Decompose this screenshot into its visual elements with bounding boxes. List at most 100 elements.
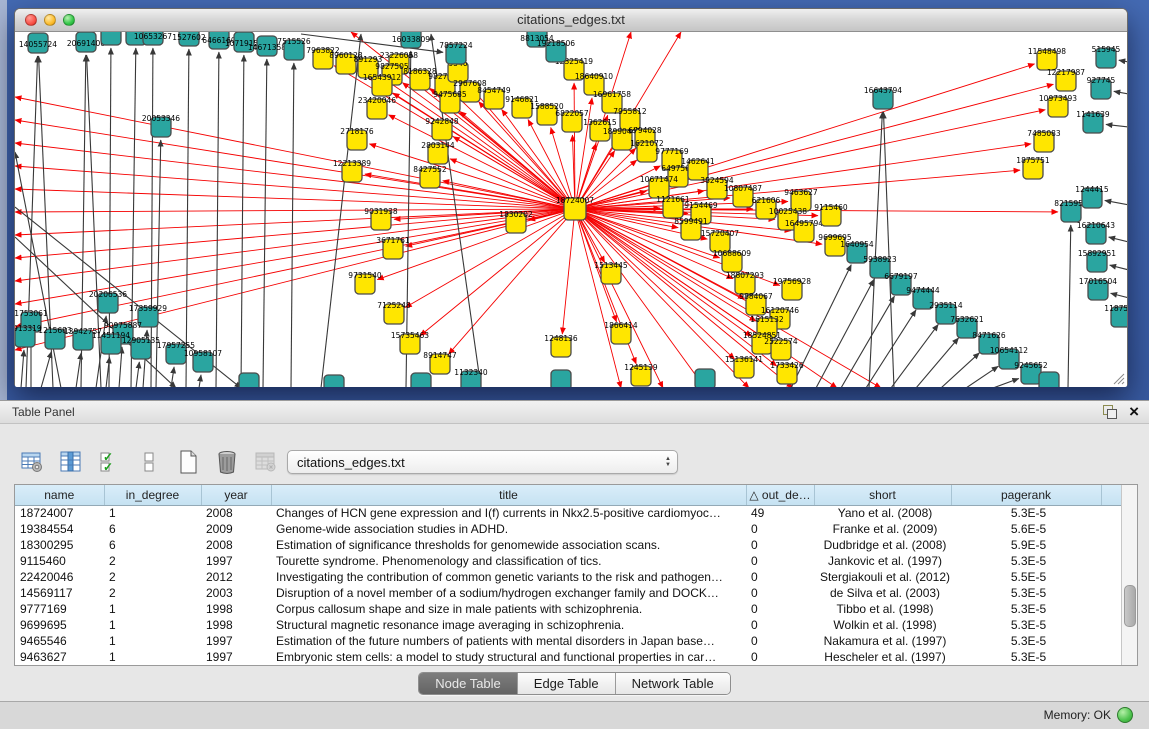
table-cell[interactable]: 5.3E-5 — [951, 649, 1101, 665]
graph-edge[interactable] — [291, 63, 294, 387]
graph-edge[interactable] — [583, 148, 636, 201]
graph-edge[interactable] — [581, 218, 705, 387]
column-header-short[interactable]: short — [814, 485, 951, 505]
graph-edge[interactable] — [136, 362, 139, 387]
table-cell[interactable]: 5.3E-5 — [951, 553, 1101, 569]
table-cell[interactable]: Structural magnetic resonance image aver… — [271, 617, 746, 633]
graph-edge[interactable] — [15, 210, 564, 235]
graph-edge[interactable] — [420, 216, 566, 336]
table-cell[interactable]: 1997 — [201, 649, 271, 665]
table-cell[interactable]: Tibbo et al. (1998) — [814, 601, 951, 617]
table-cell[interactable]: 5.3E-5 — [951, 585, 1101, 601]
table-cell[interactable]: 2 — [104, 553, 201, 569]
table-cell[interactable]: 0 — [746, 521, 814, 537]
graph-node[interactable]: 15136141 — [725, 355, 763, 378]
graph-edge[interactable] — [15, 97, 564, 207]
graph-edge[interactable] — [15, 210, 564, 281]
table-cell[interactable]: 1998 — [201, 617, 271, 633]
table-cell[interactable]: 0 — [746, 537, 814, 553]
graph-node[interactable]: 2718176 — [340, 127, 374, 150]
graph-edge[interactable] — [15, 189, 564, 209]
column-visibility-icon[interactable] — [57, 448, 85, 476]
graph-node[interactable]: 1245139 — [624, 363, 658, 386]
table-cell[interactable]: 2008 — [201, 537, 271, 553]
table-cell[interactable]: 9115460 — [15, 553, 104, 569]
table-cell[interactable]: 18300295 — [15, 537, 104, 553]
column-header-name[interactable]: name — [15, 485, 104, 505]
graph-node[interactable]: 16033809 — [392, 32, 430, 48]
table-row[interactable]: 1830029562008Estimation of significance … — [15, 537, 1122, 553]
table-cell[interactable]: Nakamura et al. (1997) — [814, 633, 951, 649]
table-cell[interactable]: 18724007 — [15, 505, 104, 521]
table-cell[interactable]: 5.3E-5 — [951, 633, 1101, 649]
graph-node[interactable]: 20053346 — [142, 114, 180, 137]
table-cell[interactable]: 1 — [104, 601, 201, 617]
graph-node[interactable]: 7857224 — [439, 41, 473, 64]
graph-node[interactable] — [239, 373, 259, 387]
table-cell[interactable]: 2003 — [201, 585, 271, 601]
table-cell[interactable]: Yano et al. (2008) — [814, 505, 951, 521]
graph-node[interactable]: 1875751 — [1016, 156, 1050, 179]
graph-node[interactable]: 927745 — [1087, 76, 1116, 99]
table-mode-icon[interactable] — [18, 448, 46, 476]
deselect-all-icon[interactable] — [135, 448, 163, 476]
table-cell[interactable]: Estimation of the future numbers of pati… — [271, 633, 746, 649]
table-scrollbar-thumb[interactable] — [1124, 585, 1136, 627]
table-cell[interactable]: 5.5E-5 — [951, 569, 1101, 585]
graph-node[interactable]: 515945 — [1092, 45, 1121, 68]
column-header-out-degree[interactable]: △ out_de… — [746, 485, 814, 505]
column-header-title[interactable]: title — [271, 485, 746, 505]
graph-node[interactable]: 2803144 — [421, 141, 455, 164]
table-cell[interactable]: 0 — [746, 649, 814, 665]
table-cell[interactable]: Embryonic stem cells: a model to study s… — [271, 649, 746, 665]
graph-node[interactable]: 1527602 — [172, 32, 206, 46]
table-cell[interactable]: Wolkin et al. (1998) — [814, 617, 951, 633]
table-cell[interactable]: 1 — [104, 633, 201, 649]
table-cell[interactable]: 2 — [104, 569, 201, 585]
table-cell[interactable]: 2 — [104, 585, 201, 601]
new-column-icon[interactable] — [174, 448, 202, 476]
table-cell[interactable]: 5.3E-5 — [951, 617, 1101, 633]
table-cell[interactable]: de Silva et al. (2003) — [814, 585, 951, 601]
table-cell[interactable]: 6 — [104, 537, 201, 553]
table-cell[interactable]: 1 — [104, 649, 201, 665]
network-canvas[interactable]: 1872400779638228960128891293232260589827… — [15, 32, 1127, 387]
graph-edge[interactable] — [816, 279, 874, 387]
table-cell[interactable]: 0 — [746, 633, 814, 649]
graph-node[interactable]: 9731540 — [348, 271, 382, 294]
graph-node[interactable] — [324, 375, 344, 387]
table-cell[interactable]: 9463627 — [15, 649, 104, 665]
table-cell[interactable]: 5.3E-5 — [951, 505, 1101, 521]
table-cell[interactable]: 0 — [746, 569, 814, 585]
table-cell[interactable]: 19384554 — [15, 521, 104, 537]
table-cell[interactable]: Investigating the contribution of common… — [271, 569, 746, 585]
graph-node[interactable]: 10688609 — [713, 249, 751, 272]
graph-node[interactable]: 3671761 — [376, 236, 410, 259]
tab-node-table[interactable]: Node Table — [419, 673, 518, 694]
table-cell[interactable]: 2012 — [201, 569, 271, 585]
table-row[interactable]: 2242004622012Investigating the contribut… — [15, 569, 1122, 585]
table-cell[interactable]: 1 — [104, 505, 201, 521]
graph-edge[interactable] — [15, 143, 564, 208]
graph-edge[interactable] — [1114, 91, 1127, 94]
graph-node[interactable]: 20691406 — [67, 32, 105, 52]
graph-edge[interactable] — [76, 353, 81, 387]
graph-edge[interactable] — [869, 112, 882, 387]
graph-edge[interactable] — [15, 166, 564, 208]
table-cell[interactable]: 2009 — [201, 521, 271, 537]
graph-node[interactable]: 12217987 — [1047, 68, 1085, 91]
graph-edge[interactable] — [216, 52, 219, 387]
graph-edge[interactable] — [241, 55, 244, 387]
table-cell[interactable]: 0 — [746, 553, 814, 569]
select-all-icon[interactable]: ✓✓ — [96, 448, 124, 476]
table-row[interactable]: 1872400712008Changes of HCN gene express… — [15, 505, 1122, 521]
graph-edge[interactable] — [941, 353, 979, 387]
graph-node[interactable]: 8914747 — [423, 351, 457, 374]
table-selector[interactable]: citations_edges.txt ▲▼ — [287, 450, 678, 474]
graph-node[interactable]: 16210643 — [1077, 221, 1115, 244]
graph-node[interactable] — [411, 373, 431, 387]
graph-edge[interactable] — [41, 351, 51, 387]
table-cell[interactable]: 9465546 — [15, 633, 104, 649]
graph-node[interactable]: 10973493 — [1039, 94, 1077, 117]
table-cell[interactable]: Changes of HCN gene expression and I(f) … — [271, 505, 746, 521]
